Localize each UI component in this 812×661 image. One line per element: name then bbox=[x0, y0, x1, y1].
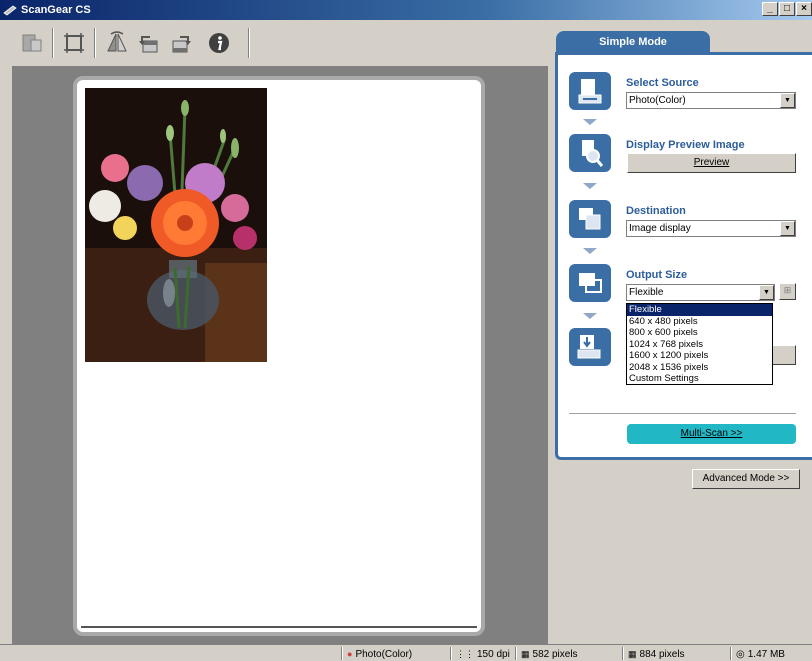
scanner-platen bbox=[73, 76, 485, 636]
grid-settings-icon: ⊞ bbox=[783, 285, 792, 295]
arrow-down-icon bbox=[583, 119, 597, 125]
mirror-button[interactable] bbox=[103, 29, 131, 57]
output-size-value: Flexible bbox=[629, 287, 664, 298]
output-size-combo[interactable]: Flexible ▼ bbox=[626, 284, 775, 301]
preview-image[interactable] bbox=[84, 87, 268, 363]
maximize-button[interactable]: □ bbox=[779, 2, 795, 16]
status-source: ● Photo(Color) bbox=[347, 648, 413, 660]
select-source-icon bbox=[569, 72, 611, 110]
chevron-down-icon[interactable]: ▼ bbox=[780, 93, 795, 108]
info-button[interactable] bbox=[205, 29, 233, 57]
destination-combo[interactable]: Image display ▼ bbox=[626, 220, 796, 237]
status-bar: ● Photo(Color) ⋮⋮ 150 dpi ▦ 582 pixels ▦… bbox=[0, 644, 812, 661]
preview-step-icon bbox=[569, 134, 611, 172]
divider bbox=[569, 413, 796, 415]
status-resolution: ⋮⋮ 150 dpi bbox=[456, 648, 510, 660]
color-photo-icon: ● bbox=[347, 649, 353, 659]
crop-frame-icon bbox=[64, 33, 84, 53]
destination-label: Destination bbox=[626, 205, 686, 217]
status-width: ▦ 582 pixels bbox=[521, 648, 578, 660]
select-source-label: Select Source bbox=[626, 77, 699, 89]
height-icon: ▦ bbox=[628, 648, 637, 659]
mirror-icon bbox=[107, 31, 127, 52]
advanced-mode-button[interactable]: Advanced Mode >> bbox=[692, 469, 800, 489]
status-filesize: ◎ 1.47 MB bbox=[736, 648, 785, 660]
multi-scan-button[interactable]: Multi-Scan >> bbox=[627, 424, 796, 444]
chevron-down-icon[interactable]: ▼ bbox=[759, 285, 774, 300]
output-size-label: Output Size bbox=[626, 269, 688, 281]
chevron-down-icon[interactable]: ▼ bbox=[780, 221, 795, 236]
arrow-down-icon bbox=[583, 313, 597, 319]
arrow-down-icon bbox=[583, 183, 597, 189]
flower-bouquet-image bbox=[85, 88, 267, 362]
dropdown-option[interactable]: 640 x 480 pixels bbox=[627, 316, 772, 328]
select-source-combo[interactable]: Photo(Color) ▼ bbox=[626, 92, 796, 109]
output-size-dropdown[interactable]: Flexible 640 x 480 pixels 800 x 600 pixe… bbox=[626, 303, 773, 385]
select-source-value: Photo(Color) bbox=[629, 95, 686, 106]
dropdown-option[interactable]: Custom Settings bbox=[627, 373, 772, 385]
dropdown-option[interactable]: 1600 x 1200 pixels bbox=[627, 350, 772, 362]
tab-simple-mode[interactable]: Simple Mode bbox=[556, 31, 710, 53]
scan-step-icon bbox=[569, 328, 611, 366]
output-size-settings-button[interactable]: ⊞ bbox=[779, 283, 796, 300]
rotate-right-button[interactable] bbox=[168, 29, 196, 57]
arrow-down-icon bbox=[583, 248, 597, 254]
crop-button[interactable] bbox=[60, 29, 88, 57]
dropdown-option[interactable]: 1024 x 768 pixels bbox=[627, 339, 772, 351]
rotate-right-icon bbox=[172, 36, 191, 53]
window-title: ScanGear CS bbox=[21, 4, 91, 16]
info-icon bbox=[209, 33, 229, 53]
rotate-left-button[interactable] bbox=[134, 29, 162, 57]
preview-area[interactable] bbox=[12, 66, 548, 644]
rotate-left-icon bbox=[139, 36, 158, 53]
simple-mode-panel bbox=[555, 52, 812, 460]
scanner-app-icon bbox=[3, 5, 17, 16]
status-height: ▦ 884 pixels bbox=[628, 648, 685, 660]
title-bar: ScanGear CS _ □ × bbox=[0, 0, 812, 20]
disk-icon: ◎ bbox=[736, 648, 745, 660]
auto-crop-button[interactable] bbox=[18, 29, 46, 57]
auto-crop-icon bbox=[22, 34, 42, 52]
close-button[interactable]: × bbox=[796, 2, 812, 16]
destination-icon bbox=[569, 200, 611, 238]
preview-button[interactable]: Preview bbox=[627, 153, 796, 173]
dropdown-option[interactable]: 2048 x 1536 pixels bbox=[627, 362, 772, 374]
display-preview-label: Display Preview Image bbox=[626, 139, 745, 151]
minimize-button[interactable]: _ bbox=[762, 2, 778, 16]
destination-value: Image display bbox=[629, 223, 691, 234]
toolbar bbox=[0, 20, 548, 66]
width-icon: ▦ bbox=[521, 648, 530, 659]
output-size-icon bbox=[569, 264, 611, 302]
dropdown-option[interactable]: Flexible bbox=[627, 304, 772, 316]
dpi-grid-icon: ⋮⋮ bbox=[456, 648, 474, 659]
dropdown-option[interactable]: 800 x 600 pixels bbox=[627, 327, 772, 339]
